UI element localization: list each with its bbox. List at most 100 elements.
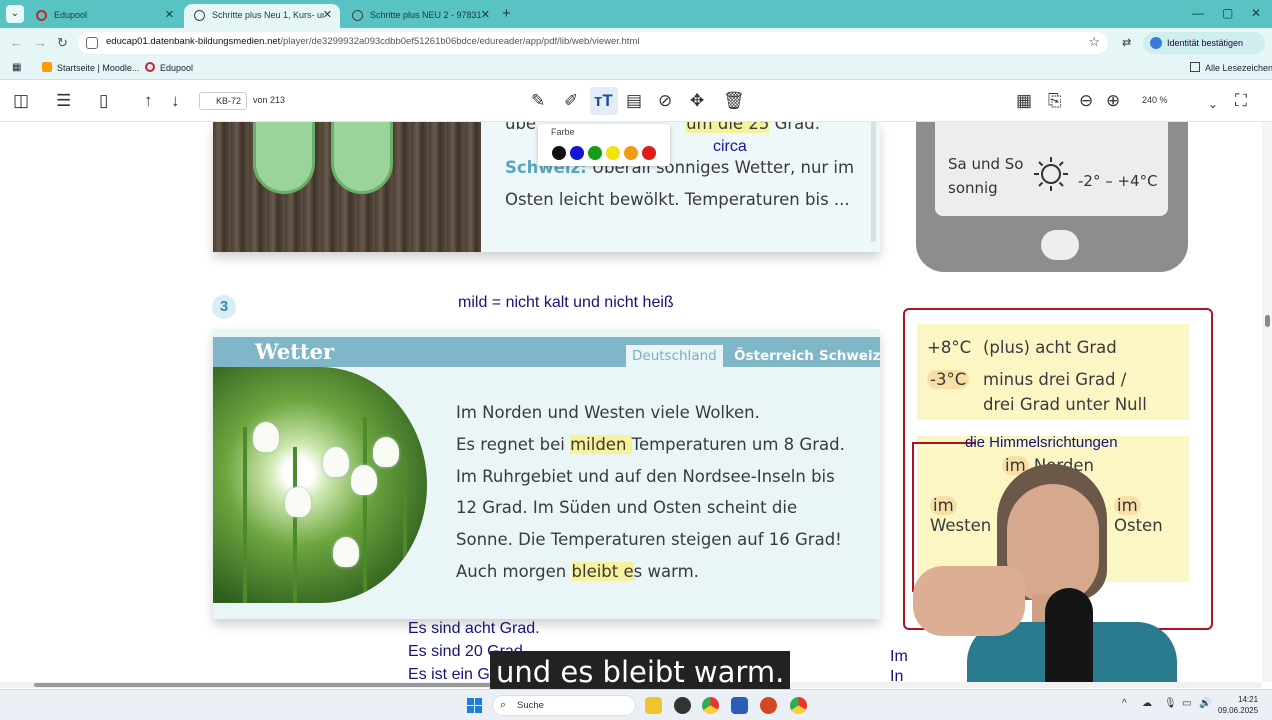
handwritten-mild-note: mild = nicht kalt und nicht heiß [458,294,674,311]
chevron-up-icon[interactable]: ^ [1122,698,1127,709]
page-number-input[interactable]: KB-72 [199,92,247,110]
card-title: Wetter [255,339,335,364]
hide-annotations-icon[interactable]: ⊘ [658,91,672,111]
card-scrollbar[interactable] [871,122,876,242]
presenter-webcam [907,462,1177,682]
obs-icon[interactable] [674,697,691,714]
translate-icon[interactable]: ⇄ [1122,36,1131,49]
microphone [1045,588,1093,682]
color-swatch-orange[interactable] [624,146,638,160]
chrome-profile-icon[interactable] [790,697,807,714]
color-swatch-black[interactable] [552,146,566,160]
color-swatch-green[interactable] [588,146,602,160]
moodle-icon [42,62,52,72]
close-icon[interactable]: ✕ [481,4,490,26]
zoom-out-icon[interactable]: ⊖ [1079,91,1093,111]
next-page-arrow-icon[interactable]: ↓ [171,91,180,111]
two-page-view-icon[interactable]: ▦ [1016,91,1032,111]
find-in-document-icon[interactable]: ⎘ [1048,91,1062,111]
tab-schritte-plus-neu-2[interactable]: Schritte plus NEU 2 - 97831962 ✕ [342,4,498,28]
url-domain: educap01.datenbank-bildungsmedien.net [106,36,281,47]
word-icon[interactable] [731,697,748,714]
close-icon[interactable]: ✕ [165,4,174,26]
trash-icon[interactable]: 🗑 [723,91,745,111]
flip-flop-image [331,122,393,194]
wood-photo [213,122,481,252]
bookmark-moodle[interactable]: Startseite | Moodle... [42,62,139,73]
weather-card: Wetter Deutschland Österreich Schweiz Im… [213,329,880,619]
sidebar-toggle-icon[interactable]: ◫ [13,91,29,111]
url-field[interactable]: educap01.datenbank-bildungsmedien.net/pl… [78,32,1108,54]
file-explorer-icon[interactable] [645,697,662,714]
network-icon[interactable]: ▭ [1182,698,1191,709]
vertical-scrollbar[interactable] [1262,122,1272,682]
color-swatch-yellow[interactable] [606,146,620,160]
onedrive-icon[interactable]: ☁ [1142,698,1152,709]
globe-icon [194,10,205,21]
url-path: /player/de3299932a093cdbb0ef51261b06bdce… [280,36,640,47]
back-arrow-icon[interactable]: ← [10,35,23,50]
video-subtitle: und es bleibt warm. [490,651,791,693]
phone-home-button [1041,230,1079,260]
close-icon[interactable]: ✕ [323,4,332,26]
folder-icon [1190,62,1200,72]
pdf-document-area[interactable]: übe um die 25 Grad. Schweiz: Überall sonn… [0,122,1262,682]
chevron-down-icon[interactable]: ⌄ [1208,94,1218,114]
highlighter-icon[interactable]: ✐ [564,91,578,111]
maximize-button[interactable]: ▢ [1222,6,1233,20]
tab-search-dropdown[interactable]: ⌄ [6,5,24,23]
search-icon: ⌕ [500,699,507,711]
browser-tab-bar: ⌄ Edupool ✕ Schritte plus Neu 1, Kurs- u… [0,0,1272,28]
weather-text: Im Norden und Westen viele Wolken. Es re… [456,403,845,581]
bookmarks-bar: ▦ Startseite | Moodle... Edupool Alle Le… [0,58,1272,80]
new-tab-button[interactable]: + [502,5,511,22]
handwritten-himmelsrichtungen: die Himmelsrichtungen [965,434,1118,451]
phone-illustration: Sa und So sonnig -2° – +4°C [916,122,1188,272]
close-window-button[interactable]: ✕ [1251,6,1261,20]
bookmark-edupool[interactable]: Edupool [145,62,193,73]
snowdrop-photo [213,367,427,603]
bookmark-star-icon[interactable]: ☆ [1088,34,1100,50]
forward-arrow-icon[interactable]: → [34,35,47,50]
previous-page-arrow-icon[interactable]: ↑ [144,91,153,111]
tab-edupool[interactable]: Edupool ✕ [26,4,182,28]
powerpoint-icon[interactable] [760,697,777,714]
exercise-number: 3 [212,295,236,319]
outline-icon[interactable]: ☰ [56,91,71,111]
windows-taskbar: ⌕ Suche ^ ☁ 🎙 ▭ 🔊 14:21 09.06.2025 [0,689,1272,720]
fullscreen-icon[interactable]: ⛶ [1235,91,1247,111]
tab-schritte-plus-neu-1[interactable]: Schritte plus Neu 1, Kurs- und A ✕ [184,4,340,28]
apps-grid-icon[interactable]: ▦ [12,62,21,73]
system-clock[interactable]: 14:21 09.06.2025 [1218,694,1258,716]
pdf-toolbar: ◫ ☰ ▯ ↑ ↓ KB-72 von 213 ✎ ✐ тT ▤ ⊘ ✥ 🗑 ▦… [0,81,1272,122]
volume-icon[interactable]: 🔊 [1199,698,1211,709]
handwritten-line-3: Es ist ein G [408,666,490,682]
profile-icon [1150,37,1162,49]
address-bar-row: ← → ↻ educap01.datenbank-bildungsmedien.… [0,28,1272,58]
color-swatch-red[interactable] [642,146,656,160]
document-icon[interactable]: ▯ [99,91,108,111]
tab-deutschland[interactable]: Deutschland [626,345,723,367]
color-picker-popup: Farbe [538,124,670,166]
text-tool-icon[interactable]: тT [594,91,613,111]
zoom-in-icon[interactable]: ⊕ [1106,91,1120,111]
phone-screen: Sa und So sonnig -2° – +4°C [935,122,1168,216]
zoom-select[interactable]: 240 % [1142,95,1168,105]
microphone-icon[interactable]: 🎙 [1164,698,1177,709]
identity-button[interactable]: Identität bestätigen [1143,32,1265,54]
pen-icon[interactable]: ✎ [531,91,545,111]
globe-icon [352,10,363,21]
site-info-icon[interactable] [86,37,98,49]
comment-icon[interactable]: ▤ [626,91,642,111]
tab-oesterreich[interactable]: Österreich [728,345,820,367]
tab-schweiz[interactable]: Schweiz [813,345,886,367]
windows-start-icon[interactable] [467,698,482,713]
taskbar-search[interactable]: ⌕ Suche [492,695,636,716]
all-bookmarks[interactable]: Alle Lesezeichen [1190,62,1272,73]
chrome-icon[interactable] [702,697,719,714]
reload-icon[interactable]: ↻ [57,35,68,51]
move-icon[interactable]: ✥ [690,91,704,111]
handwritten-circa: circa [713,138,747,155]
minimize-button[interactable]: — [1192,6,1204,20]
color-swatch-blue[interactable] [570,146,584,160]
